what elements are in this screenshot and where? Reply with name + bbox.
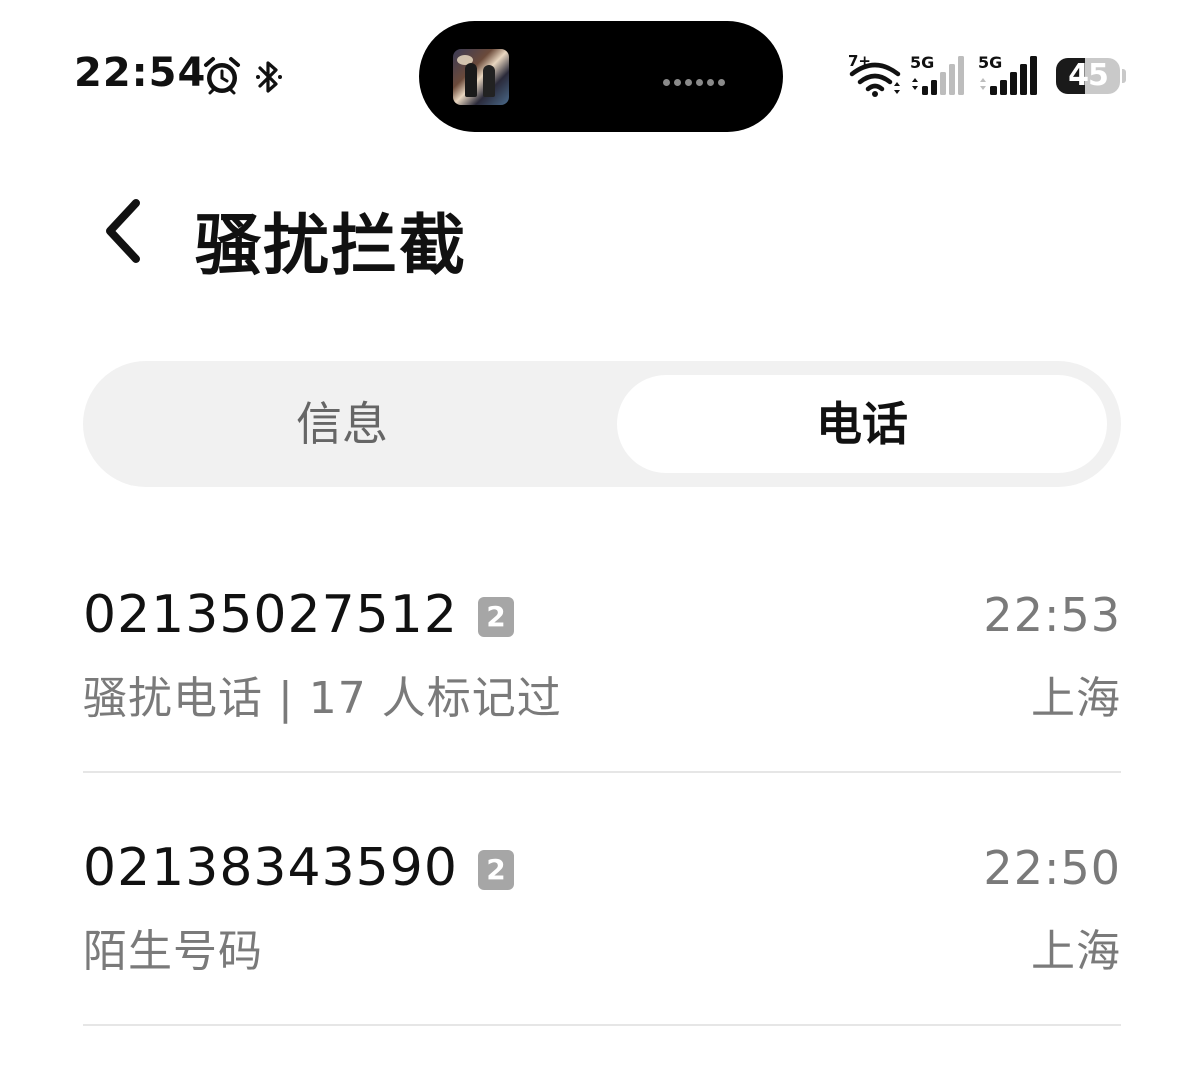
sim-badge: 2 [477,597,514,637]
cellular-signal-sim1-icon: 5G [910,53,964,95]
bluetooth-icon [256,61,282,93]
call-description: 骚扰电话 | 17 人标记过 [83,673,562,724]
list-divider [83,1024,1121,1026]
island-dots-icon [663,71,733,86]
call-list-item[interactable]: 02135027512 2 骚扰电话 | 17 人标记过 22:53 上海 [83,520,1121,772]
back-arrow-icon[interactable] [96,195,152,267]
call-time: 22:53 [983,588,1121,642]
call-list-item[interactable]: 02138343590 2 陌生号码 22:50 上海 [83,773,1121,1025]
page-title: 骚扰拦截 [195,207,467,284]
tab-calls[interactable]: 电话 [617,375,1107,473]
sim2-network-label: 5G [978,53,1002,72]
segmented-tabs: 信息 电话 [83,361,1121,487]
status-time: 22:54 [74,50,207,96]
sim1-network-label: 5G [910,53,934,72]
cellular-signal-sim2-icon: 5G [978,53,1037,95]
tab-messages[interactable]: 信息 [97,375,587,473]
call-time: 22:50 [983,841,1121,895]
call-number-line: 02135027512 2 [83,585,514,645]
dynamic-island[interactable] [419,21,783,132]
call-location: 上海 [1031,926,1121,977]
call-number-line: 02138343590 2 [83,838,514,898]
alarm-icon [204,57,240,95]
battery-percent: 45 [1068,58,1109,93]
status-bar: 22:54 7+ 5G 5G 45 [0,0,1204,150]
wifi-icon: 7+ [848,52,901,97]
phone-number: 02135027512 [83,585,458,645]
call-description: 陌生号码 [83,926,263,977]
sim-badge: 2 [477,850,514,890]
battery-icon: 45 [1056,58,1126,96]
call-location: 上海 [1031,673,1121,724]
media-thumbnail[interactable] [453,49,509,105]
phone-number: 02138343590 [83,838,458,898]
